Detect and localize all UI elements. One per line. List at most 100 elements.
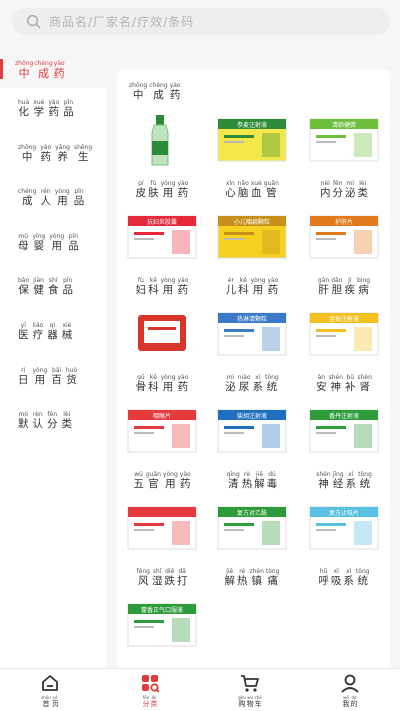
product-label-char: ān 安 <box>316 375 327 393</box>
hanzi: 成 <box>37 67 49 80</box>
hanzi: 清 <box>228 478 239 490</box>
card-title-char: zhōng 中 <box>129 83 147 101</box>
hanzi: 中 <box>132 89 144 101</box>
product-label: gān 肝 dǎn 胆 jí 疾 bìng 病 <box>299 278 389 296</box>
nav-item[interactable]: fēn 分 lèi 类 <box>100 669 200 711</box>
product-category-item[interactable]: 咽喉片 wǔ 五 guān 官 yòng 用 yào 药 <box>117 404 207 490</box>
product-label-char: nǎo 脑 <box>238 181 249 199</box>
sidebar-item[interactable]: rì 日 yòng 用 bǎi 百 huò 货 <box>18 367 77 386</box>
product-label-char: jīng 经 <box>333 472 344 490</box>
sidebar-item[interactable]: huà 化 xué 学 yào 药 pǐn 品 <box>18 100 74 118</box>
sidebar-item[interactable]: zhōng 中 yào 药 yǎng 养 shēng 生 <box>18 144 92 163</box>
product-label: pí 皮 fū 肤 yòng 用 yào 药 <box>117 181 207 199</box>
product-label-char: yào 药 <box>267 278 278 296</box>
product-card: zhōng 中 chéng 成 yào 药 pí 皮 fū 肤 yòng 用 yào 药参麦注射液 xīn… <box>117 69 390 669</box>
product-category-item[interactable]: fēng 风 shī 湿 diē 跌 dǎ 打 <box>117 501 207 587</box>
product-label: gǔ 骨 kē 科 yòng 用 yào 药 <box>117 375 207 393</box>
sidebar-item[interactable]: bǎo 保 jiàn 健 shí 食 pǐn 品 <box>18 278 73 296</box>
product-image: 柴胡注射液 <box>217 409 287 453</box>
search-bar[interactable]: 商品名/厂家名/疗效/条码 <box>12 8 390 35</box>
hanzi: 类 <box>150 700 158 708</box>
product-category-item[interactable]: 参麦注射液 xīn 心 nǎo 脑 xuè 血 guǎn 管 <box>207 113 297 199</box>
hanzi: 统 <box>266 381 278 393</box>
product-label-char: bìng 病 <box>357 278 370 296</box>
hanzi: 首 <box>42 700 50 708</box>
product-label: fēng 风 shī 湿 diē 跌 dǎ 打 <box>117 569 207 587</box>
nav-label: gòu 购 wù 物 chē 车 <box>238 696 262 708</box>
svg-text:抗妇炎胶囊: 抗妇炎胶囊 <box>147 218 177 226</box>
product-label-char: niào 尿 <box>238 375 251 393</box>
sidebar-item-char: yòng 用 <box>33 367 48 386</box>
hanzi: 学 <box>33 106 45 118</box>
svg-text:清肺健脾: 清肺健脾 <box>332 121 356 129</box>
hanzi: 用 <box>51 239 63 252</box>
product-image-wrap <box>124 113 200 167</box>
product-category-item[interactable]: 护肝片 gān 肝 dǎn 胆 jí 疾 bìng 病 <box>299 210 389 296</box>
nav-label-char: lèi 类 <box>151 696 158 708</box>
product-image-wrap: 藿香正气口服液 <box>124 598 200 652</box>
hanzi: 品 <box>73 195 85 208</box>
product-label-char: yòng 用 <box>163 472 178 490</box>
hanzi: 统 <box>359 478 371 490</box>
hanzi: 胆 <box>331 284 343 296</box>
nav-label-char: chē 车 <box>255 696 262 708</box>
sidebar-item-char: yǎng 养 <box>55 144 70 163</box>
svg-text:参麦注射液: 参麦注射液 <box>237 121 267 129</box>
hanzi: 血 <box>251 187 262 199</box>
product-category-item[interactable]: 复方对乙酰 jiě 解 rè 热 zhèn 镇 tòng 痛 <box>207 501 297 587</box>
nav-item[interactable]: shǒu 首 yè 页 <box>0 669 100 711</box>
hanzi: 疗 <box>32 329 44 341</box>
hanzi: 默 <box>18 418 29 431</box>
product-category-item[interactable]: 香丹注射液 shén 神 jīng 经 xì 系 tǒng 统 <box>299 404 389 490</box>
product-category-item[interactable]: 小儿咽扁颗粒 ér 儿 kē 科 yòng 用 yào 药 <box>207 210 297 296</box>
product-label-char: fū 肤 <box>148 181 159 199</box>
product-category-item[interactable]: 热淋清颗粒 mì 泌 niào 尿 xì 系 tǒng 统 <box>207 307 297 393</box>
hanzi: 跌 <box>164 575 175 587</box>
hanzi: 成 <box>153 89 164 101</box>
product-label-char: tǒng 统 <box>356 569 370 587</box>
sidebar-item-char: rì 日 <box>18 367 29 386</box>
product-category-item[interactable]: 复方止咳片 hū 呼 xī 吸 xì 系 tǒng 统 <box>299 501 389 587</box>
hanzi: 痛 <box>267 575 278 587</box>
product-category-item[interactable]: 柴胡注射液 qīng 清 rè 热 jiě 解 dú 毒 <box>207 404 297 490</box>
sidebar-item-char: mò 默 <box>18 412 29 430</box>
product-label-char: yào 药 <box>177 181 188 199</box>
svg-text:护肝片: 护肝片 <box>335 218 353 226</box>
product-image <box>151 115 169 166</box>
sidebar-item-char: yòng 用 <box>49 233 64 252</box>
sidebar-item[interactable]: chéng 成 rén 人 yòng 用 pǐn 品 <box>18 189 84 207</box>
hanzi: 泌 <box>345 187 356 199</box>
product-category-item[interactable]: 藿香正气口服液 <box>117 598 207 652</box>
product-category-item[interactable]: 清肺健脾 nèi 内 fēn 分 mì 泌 lèi 类 <box>299 113 389 199</box>
product-category-item[interactable]: gǔ 骨 kē 科 yòng 用 yào 药 <box>117 307 207 393</box>
sidebar-item[interactable]: yī 医 liáo 疗 qì 器 xiè 械 <box>18 323 72 341</box>
hanzi: 我 <box>342 700 350 708</box>
product-category-item[interactable]: 抗妇炎胶囊 fù 妇 kē 科 yòng 用 yào 药 <box>117 210 207 296</box>
sidebar-item-char: mǔ 母 <box>18 233 29 252</box>
product-label-char: yào 药 <box>180 472 191 490</box>
product-category-item[interactable]: pí 皮 fū 肤 yòng 用 yào 药 <box>117 113 207 199</box>
nav-item[interactable]: gòu 购 wù 物 chē 车 <box>200 669 300 711</box>
sidebar-item[interactable]: mǔ 母 yīng 婴 yòng 用 pǐn 品 <box>18 233 79 252</box>
hanzi: 成 <box>21 195 33 208</box>
hanzi: 百 <box>51 373 62 386</box>
home-icon <box>42 675 58 691</box>
product-label-char: xì 系 <box>346 472 357 490</box>
product-label: hū 呼 xī 吸 xì 系 tǒng 统 <box>299 569 389 587</box>
svg-text:香丹注射液: 香丹注射液 <box>329 412 359 420</box>
hanzi: 生 <box>77 150 89 163</box>
hanzi: 系 <box>252 381 264 393</box>
sidebar-item-char: yào 药 <box>48 100 59 118</box>
nav-label-char: wǒ 我 <box>343 696 350 708</box>
product-image-wrap: 咽喉片 <box>124 404 200 458</box>
nav-item[interactable]: wǒ 我 de 的 <box>300 669 400 711</box>
user-icon <box>341 674 359 693</box>
sidebar-item[interactable]: mò 默 rèn 认 fēn 分 lèi 类 <box>18 412 72 430</box>
product-category-item[interactable]: 金振注射液 ān 安 shén 神 bǔ 补 shèn 肾 <box>299 307 389 393</box>
hanzi: 补 <box>345 381 356 393</box>
sidebar-item-char: jiàn 健 <box>33 278 44 296</box>
product-image-wrap <box>124 501 200 555</box>
hanzi: 官 <box>148 478 159 490</box>
product-image: 复方对乙酰 <box>217 506 287 550</box>
product-label-char: zhèn 镇 <box>249 569 263 587</box>
